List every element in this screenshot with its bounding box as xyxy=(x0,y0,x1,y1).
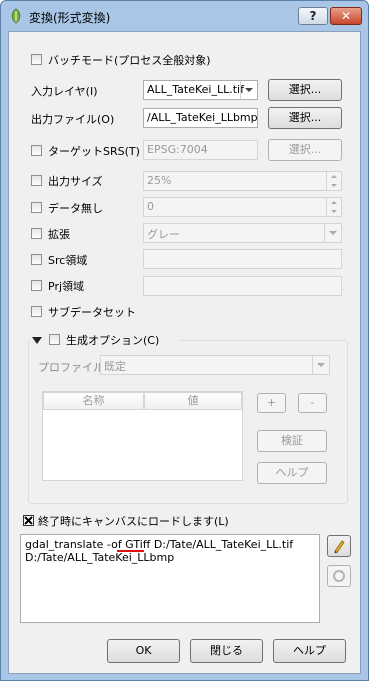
command-text-area[interactable]: gdal_translate -of GTiff D:/Tate/ALL_Tat… xyxy=(20,534,320,623)
src-window-input[interactable] xyxy=(143,249,342,269)
column-header-value[interactable]: 値 xyxy=(144,392,242,410)
expand-value: グレー xyxy=(147,228,180,241)
close-title-button[interactable]: ✕ xyxy=(330,7,362,25)
prj-window-input[interactable] xyxy=(143,276,342,296)
spin-arrows-icon xyxy=(326,172,341,190)
target-srs-checkbox[interactable] xyxy=(31,145,42,156)
command-line-2: D:/Tate/ALL_TateKei_LLbmp xyxy=(25,551,175,564)
expand-select[interactable]: グレー xyxy=(143,223,342,243)
edit-command-button[interactable] xyxy=(327,535,351,557)
column-header-name[interactable]: 名称 xyxy=(43,392,144,410)
output-size-label: 出力サイズ xyxy=(48,175,103,188)
input-layer-select[interactable]: ALL_TateKei_LL.tif xyxy=(143,80,258,100)
input-layer-value: ALL_TateKei_LL.tif xyxy=(147,83,244,96)
output-size-checkbox[interactable] xyxy=(31,175,42,186)
input-layer-select-button[interactable]: 選択... xyxy=(268,79,342,101)
creation-options-label: 生成オプション(C) xyxy=(66,334,160,347)
target-srs-label: ターゲットSRS(T) xyxy=(48,145,140,158)
no-data-spinbox[interactable]: 0 xyxy=(143,197,342,217)
expand-label: 拡張 xyxy=(48,228,70,241)
sub-dataset-checkbox[interactable] xyxy=(31,306,42,317)
src-window-label: Src領域 xyxy=(48,254,88,267)
target-srs-input[interactable]: EPSG:7004 xyxy=(143,140,258,160)
title-bar[interactable]: 変換(形式変換) ? ✕ xyxy=(1,1,368,31)
spin-arrows-icon xyxy=(326,198,341,216)
chevron-down-icon xyxy=(324,224,341,242)
pencil-icon xyxy=(334,540,345,554)
output-size-spinbox[interactable]: 25% xyxy=(143,171,342,191)
chevron-down-icon xyxy=(312,356,329,374)
load-into-canvas-checkbox[interactable] xyxy=(23,515,34,526)
ok-button[interactable]: OK xyxy=(107,639,180,663)
command-line-1: gdal_translate -of GTiff D:/Tate/ALL_Tat… xyxy=(25,538,294,551)
creation-options-checkbox[interactable] xyxy=(49,334,60,345)
no-data-label: データ無し xyxy=(48,202,103,215)
input-layer-label: 入力レイヤ(I) xyxy=(31,85,98,98)
batch-mode-label: バッチモード(プロセス全般対象) xyxy=(48,54,211,67)
expand-checkbox[interactable] xyxy=(31,228,42,239)
prj-window-label: Prj領域 xyxy=(48,280,85,293)
dialog-client: バッチモード(プロセス全般対象) 入力レイヤ(I) ALL_TateKei_LL… xyxy=(8,31,361,674)
prj-window-checkbox[interactable] xyxy=(31,280,42,291)
dialog-window: 変換(形式変換) ? ✕ バッチモード(プロセス全般対象) 入力レイヤ(I) A… xyxy=(0,0,369,681)
help-button[interactable]: ヘルプ xyxy=(273,639,346,663)
red-annotation-underline xyxy=(117,550,144,552)
profile-label: プロファイル xyxy=(38,361,104,374)
profile-value: 既定 xyxy=(104,360,126,373)
no-data-value: 0 xyxy=(147,200,154,213)
src-window-checkbox[interactable] xyxy=(31,254,42,265)
output-size-value: 25% xyxy=(147,174,172,187)
collapse-triangle-icon[interactable] xyxy=(32,337,42,344)
load-into-canvas-label: 終了時にキャンバスにロードします(L) xyxy=(38,515,229,528)
chevron-down-icon xyxy=(240,81,257,99)
remove-option-button[interactable]: - xyxy=(298,393,327,413)
check-x-icon xyxy=(24,516,33,525)
output-file-label: 出力ファイル(O) xyxy=(31,113,115,126)
reset-command-button[interactable] xyxy=(327,565,351,587)
sub-dataset-label: サブデータセット xyxy=(48,306,136,319)
qgis-leaf-icon xyxy=(11,8,21,24)
validate-button[interactable]: 検証 xyxy=(257,430,327,452)
no-data-checkbox[interactable] xyxy=(31,202,42,213)
close-button[interactable]: 閉じる xyxy=(190,639,263,663)
profile-select[interactable]: 既定 xyxy=(100,355,330,375)
output-file-select-button[interactable]: 選択... xyxy=(268,107,342,129)
output-file-input[interactable]: /ALL_TateKei_LLbmp xyxy=(143,108,258,128)
batch-mode-checkbox[interactable] xyxy=(31,54,42,65)
add-option-button[interactable]: + xyxy=(257,393,286,413)
options-help-button[interactable]: ヘルプ xyxy=(257,462,327,484)
help-title-button[interactable]: ? xyxy=(298,7,328,25)
target-srs-select-button[interactable]: 選択... xyxy=(268,139,342,161)
window-title: 変換(形式変換) xyxy=(29,11,111,25)
reset-icon xyxy=(333,570,345,582)
